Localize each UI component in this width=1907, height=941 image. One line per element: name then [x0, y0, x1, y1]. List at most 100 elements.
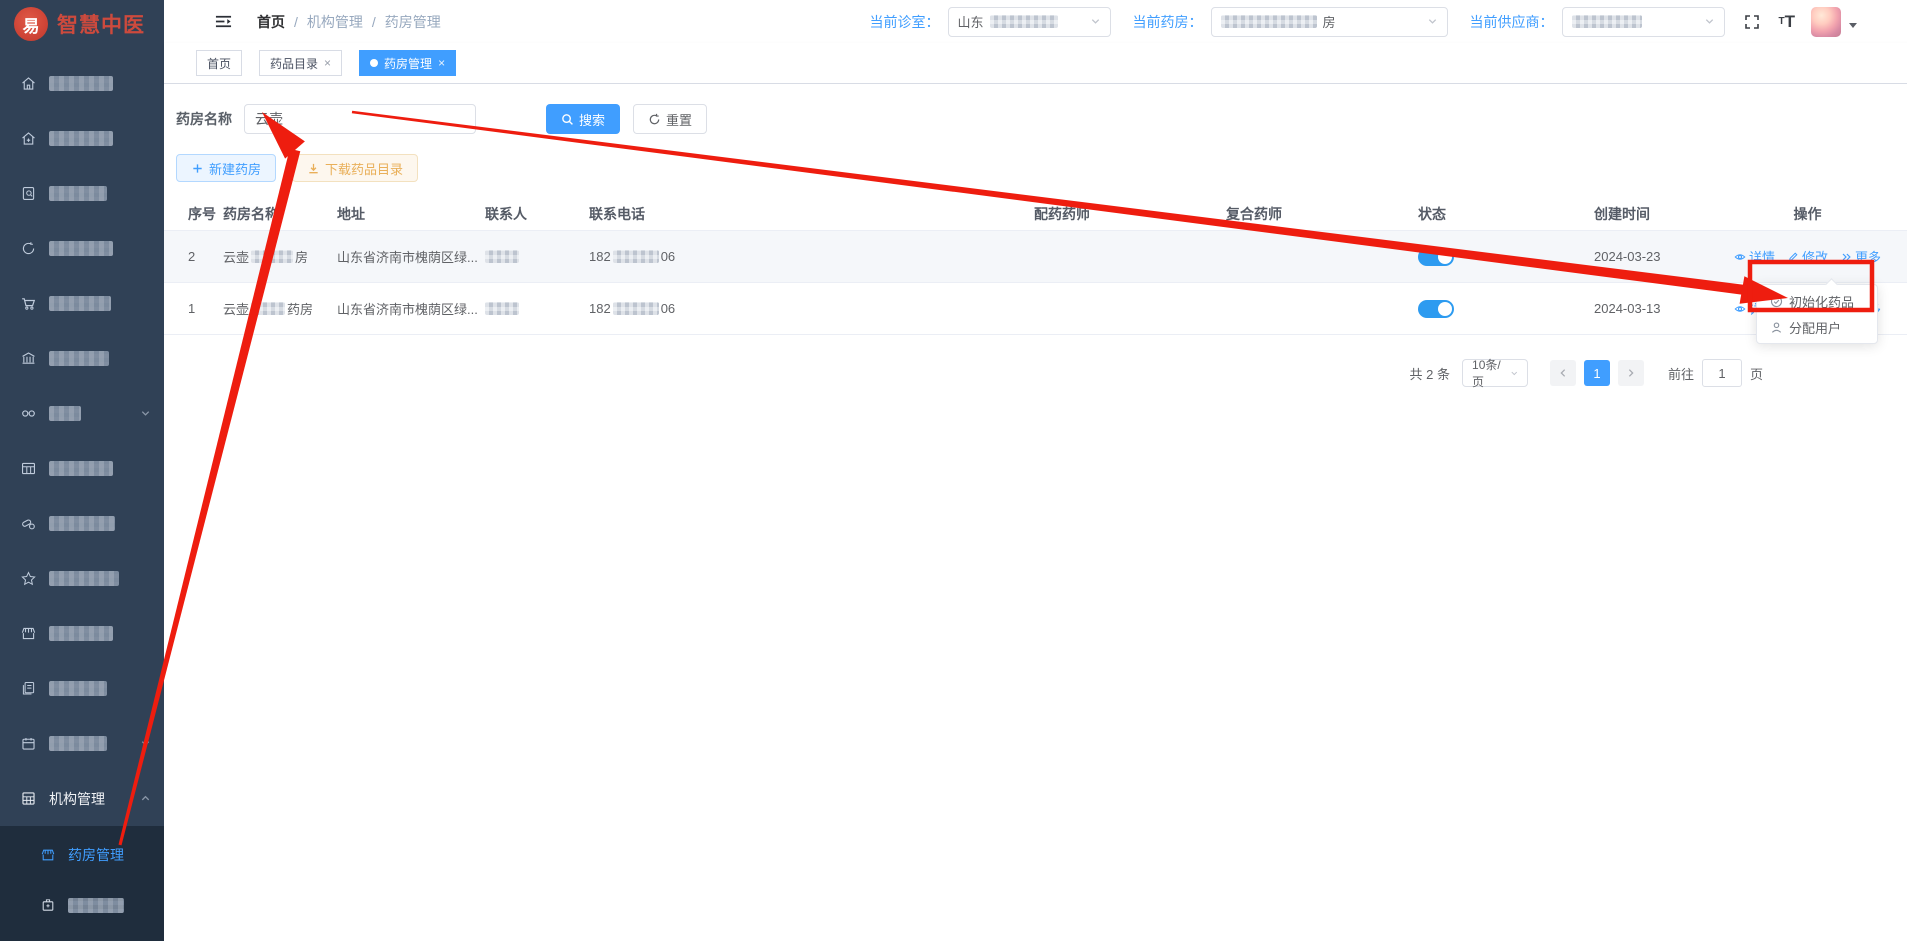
user-menu-caret-icon[interactable]	[1849, 23, 1857, 28]
cell-created: 2024-03-13	[1594, 283, 1734, 334]
download-catalog-button[interactable]: 下载药品目录	[292, 154, 418, 182]
current-pharmacy-group: 当前药房： 房	[1133, 7, 1448, 37]
star-icon	[20, 570, 37, 587]
current-clinic-group: 当前诊室： 山东	[870, 7, 1111, 37]
tab-pharmacy-management[interactable]: 药房管理 ×	[359, 50, 456, 76]
sidebar-item-label: 机构管理	[49, 789, 105, 809]
breadcrumb-home[interactable]: 首页	[257, 12, 285, 32]
sidebar-item-10[interactable]	[0, 551, 164, 606]
blurred-value	[1221, 15, 1317, 28]
current-clinic-select[interactable]: 山东	[948, 7, 1111, 37]
menu-item-label: 分配用户	[1789, 318, 1841, 337]
sidebar-item-2[interactable]	[0, 111, 164, 166]
table-header-row: 序号 药房名称 地址 联系人 联系电话 配药药师 复合药师 状态 创建时间 操作	[164, 198, 1907, 231]
menu-item-init-drugs[interactable]: 初始化药品	[1757, 288, 1877, 314]
bank-icon	[20, 350, 37, 367]
cell-created: 2024-03-23	[1594, 231, 1734, 282]
prev-page-button[interactable]	[1550, 360, 1576, 386]
blurred-label	[49, 681, 107, 696]
blurred-label	[49, 736, 107, 751]
more-link[interactable]: 更多	[1840, 247, 1881, 266]
sidebar-item-1[interactable]	[0, 56, 164, 111]
page-1-button[interactable]: 1	[1584, 360, 1610, 386]
cell-reviewer	[1226, 231, 1418, 282]
search-button[interactable]: 搜索	[546, 104, 620, 134]
blurred-value	[990, 15, 1058, 28]
sidebar-item-4[interactable]	[0, 221, 164, 276]
blurred-label	[49, 461, 113, 476]
blurred-value	[1572, 15, 1642, 28]
brand-logo: 易 智慧中医	[0, 0, 164, 48]
blurred-label	[49, 571, 119, 586]
detail-link[interactable]: 详情	[1734, 247, 1775, 266]
sidebar-item-5[interactable]	[0, 276, 164, 331]
sidebar-subitem-2[interactable]	[0, 880, 164, 930]
sidebar-item-11[interactable]	[0, 606, 164, 661]
sidebar-item-7[interactable]	[0, 386, 164, 441]
current-supplier-select[interactable]	[1562, 7, 1725, 37]
infinity-icon	[20, 405, 37, 422]
status-toggle[interactable]	[1418, 248, 1454, 266]
sidebar-item-9[interactable]	[0, 496, 164, 551]
sidebar-item-3[interactable]	[0, 166, 164, 221]
blurred-text	[251, 302, 285, 315]
menu-item-label: 初始化药品	[1789, 292, 1854, 311]
cell-index: 1	[164, 283, 223, 334]
col-status: 状态	[1418, 198, 1594, 230]
blurred-label	[68, 898, 124, 913]
menu-item-assign-users[interactable]: 分配用户	[1757, 314, 1877, 340]
tab-home[interactable]: 首页	[196, 50, 242, 76]
cell-contact	[485, 231, 589, 282]
blurred-text	[485, 250, 519, 263]
active-tab-dot	[370, 59, 378, 67]
tab-label: 药房管理	[384, 55, 432, 72]
blurred-text	[485, 302, 519, 315]
blurred-text	[613, 302, 659, 315]
pharmacy-name-label: 药房名称	[176, 109, 232, 129]
sidebar-item-12[interactable]	[0, 661, 164, 716]
collapse-sidebar-icon[interactable]	[214, 13, 233, 30]
goto-page-input[interactable]	[1702, 359, 1742, 387]
view-icon	[1734, 251, 1746, 263]
cell-dispenser	[1034, 283, 1226, 334]
breadcrumb-separator: /	[294, 14, 298, 30]
sidebar-item-org-management[interactable]: 机构管理	[0, 771, 164, 826]
pharmacy-shop-icon	[40, 847, 56, 863]
cell-status	[1418, 283, 1594, 334]
cell-status	[1418, 231, 1594, 282]
cell-name: 云壶药房	[223, 283, 337, 334]
edit-link[interactable]: 修改	[1787, 247, 1828, 266]
pharmacy-value-suffix: 房	[1323, 12, 1336, 31]
current-supplier-label: 当前供应商：	[1470, 12, 1554, 32]
cell-address: 山东省济南市槐荫区绿...	[337, 283, 485, 334]
sidebar-item-13[interactable]	[0, 716, 164, 771]
arrow-right-icon	[1626, 368, 1636, 378]
pharmacy-name-input[interactable]	[244, 104, 476, 134]
reset-button[interactable]: 重置	[633, 104, 707, 134]
close-icon[interactable]: ×	[438, 57, 445, 69]
breadcrumb-org[interactable]: 机构管理	[307, 12, 363, 32]
cell-actions: 详情 修改 更多	[1734, 231, 1907, 282]
col-created: 创建时间	[1594, 198, 1734, 230]
avatar[interactable]	[1811, 7, 1841, 37]
next-page-button[interactable]	[1618, 360, 1644, 386]
sidebar-item-8[interactable]	[0, 441, 164, 496]
edit-icon	[1787, 251, 1799, 263]
status-toggle[interactable]	[1418, 300, 1454, 318]
sidebar-submenu: 药房管理	[0, 826, 164, 941]
arrow-left-icon	[1558, 368, 1568, 378]
home-icon	[20, 75, 37, 92]
col-reviewer: 复合药师	[1226, 198, 1418, 230]
create-pharmacy-button[interactable]: 新建药房	[176, 154, 276, 182]
close-icon[interactable]: ×	[324, 57, 331, 69]
tab-drug-catalog[interactable]: 药品目录×	[259, 50, 342, 76]
breadcrumb-separator: /	[372, 14, 376, 30]
fullscreen-icon[interactable]	[1743, 13, 1761, 31]
font-size-icon[interactable]: TT	[1779, 12, 1796, 32]
current-pharmacy-select[interactable]: 房	[1211, 7, 1448, 37]
blurred-text	[613, 250, 659, 263]
page-size-select[interactable]: 10条/页	[1462, 359, 1528, 387]
refresh-icon	[648, 113, 661, 126]
sidebar-item-6[interactable]	[0, 331, 164, 386]
sidebar-item-pharmacy-management[interactable]: 药房管理	[0, 830, 164, 880]
